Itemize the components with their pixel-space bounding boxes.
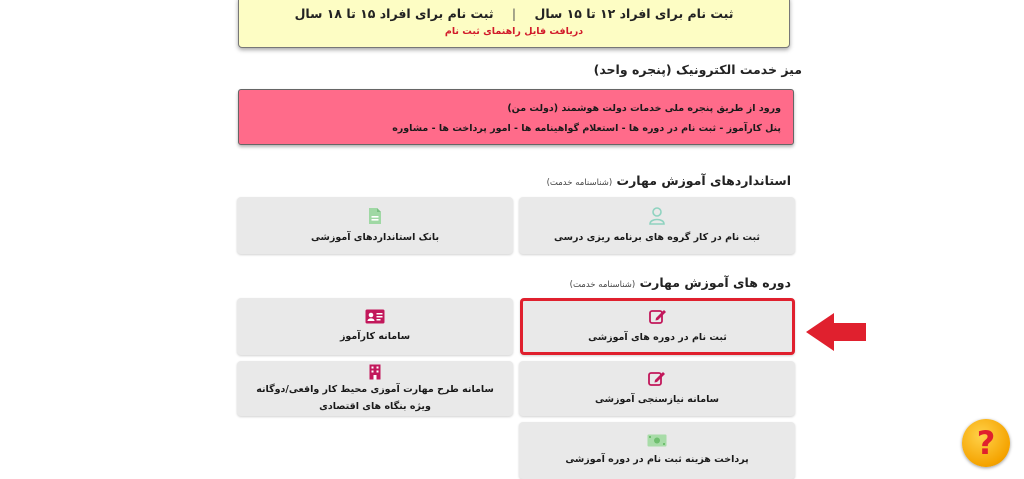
separator: | [511,6,517,21]
card-label: بانک استانداردهای آموزشی [310,231,440,243]
card-course-payment[interactable]: پرداخت هزینه ثبت نام در دوره آموزشی [519,422,795,479]
card-workplace-training-plan[interactable]: سامانه طرح مهارت آموزی محیط کار واقعی/دو… [237,361,513,416]
user-icon [649,206,665,225]
building-icon [369,364,381,379]
courses-title: دوره های آموزش مهارت (شناسنامه خدمت) [570,275,791,290]
standards-title-text: استانداردهای آموزش مهارت [616,173,791,188]
register-12-15-link[interactable]: ثبت نام برای افراد ۱۲ تا ۱۵ سال [534,6,733,21]
id-card-icon [365,309,385,324]
red-arrow-icon [806,313,866,351]
card-curriculum-workgroup[interactable]: ثبت نام در کار گروه های برنامه ریزی درسی [519,197,795,254]
pdf-file-icon [369,207,381,224]
card-trainee-system[interactable]: سامانه کارآموز [237,298,513,355]
eservice-title: میز خدمت الکترونیک (پنجره واحد) [593,62,802,77]
card-needs-assessment[interactable]: سامانه نیازسنجی آموزشی [519,361,795,416]
card-standards-bank[interactable]: بانک استانداردهای آموزشی [237,197,513,254]
card-label-line2: ویژه بنگاه های اقتصادی [319,400,431,412]
card-label: ثبت نام در کار گروه های برنامه ریزی درسی [554,231,760,243]
card-course-registration[interactable]: ثبت نام در دوره های آموزشی [520,298,795,355]
eservice-panel[interactable]: ورود از طریق پنجره ملی خدمات دولت هوشمند… [238,89,794,145]
eservice-panel-line1: ورود از طریق پنجره ملی خدمات دولت هوشمند… [507,103,781,114]
card-label-line1: سامانه طرح مهارت آموزی محیط کار واقعی/دو… [256,383,494,395]
card-label: پرداخت هزینه ثبت نام در دوره آموزشی [565,454,749,465]
edit-icon [648,310,666,324]
guide-download-link[interactable]: دریافت فایل راهنمای ثبت نام [239,26,789,37]
eservice-panel-line2: پنل کارآموز - ثبت نام در دوره ها - استعل… [392,123,781,134]
help-button[interactable]: ? [962,419,1010,467]
register-15-18-link[interactable]: ثبت نام برای افراد ۱۵ تا ۱۸ سال [295,6,494,21]
card-label: سامانه کارآموز [339,331,411,342]
card-label: سامانه نیازسنجی آموزشی [595,394,719,405]
courses-subtitle: (شناسنامه خدمت) [569,280,636,290]
standards-subtitle: (شناسنامه خدمت) [546,178,613,188]
edit-icon [648,372,665,386]
money-icon [647,434,667,447]
standards-title: استانداردهای آموزش مهارت (شناسنامه خدمت) [547,173,791,188]
courses-title-text: دوره های آموزش مهارت [639,275,791,290]
card-label: ثبت نام در دوره های آموزشی [588,332,727,343]
help-icon: ? [976,424,996,462]
registration-banner: ثبت نام برای افراد ۱۲ تا ۱۵ سال | ثبت نا… [238,0,790,48]
